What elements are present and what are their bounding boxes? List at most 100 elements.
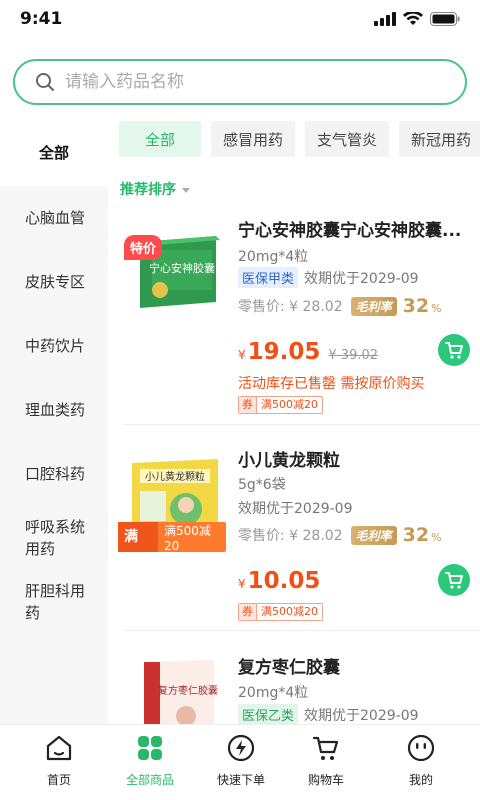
tab-all-products[interactable]: 全部商品 <box>110 733 190 788</box>
search-input[interactable] <box>65 72 425 92</box>
product-title: 复方枣仁胶囊 <box>238 658 340 678</box>
product-title: 宁心安神胶囊宁心安神胶囊... <box>238 221 462 241</box>
sort-dropdown[interactable]: 推荐排序 <box>120 179 190 199</box>
price-value: 10.05 <box>247 568 321 594</box>
retail-price-row: 零售价: ¥ 28.02 毛利率 32 % <box>238 295 442 317</box>
tab-cart[interactable]: 购物车 <box>286 733 366 788</box>
price-symbol: ¥ <box>238 348 246 362</box>
sidebar-item-label: 中药饮片 <box>25 337 86 355</box>
coupon-tag: 券 满500减20 <box>238 396 323 414</box>
sidebar-item-all[interactable]: 全部 <box>0 120 108 186</box>
cart-icon <box>312 736 339 760</box>
coupon-key: 券 <box>239 604 257 620</box>
battery-icon <box>430 12 460 26</box>
price-row: ¥ 10.05 <box>238 568 320 594</box>
wifi-icon <box>403 12 423 25</box>
product-meta: 效期优于2029-09 <box>238 498 353 518</box>
product-meta: 医保甲类 效期优于2029-09 <box>238 267 419 288</box>
grid-icon <box>138 736 162 760</box>
product-card[interactable]: 复方枣仁胶囊 复方枣仁胶囊 20mg*4粒 医保乙类 效期优于2029-09 <box>108 636 480 724</box>
tab-quick-order[interactable]: 快速下单 <box>201 733 281 788</box>
insurance-tag: 医保甲类 <box>238 267 299 288</box>
tab-home[interactable]: 首页 <box>19 733 99 788</box>
sidebar-item-blood[interactable]: 理血类药 <box>0 378 108 442</box>
category-sidebar: 全部 心脑血管 皮肤专区 中药饮片 理血类药 口腔科药 呼吸系统用药 肝胆科用药 <box>0 120 108 724</box>
sidebar-item-label: 肝胆科用药 <box>25 582 86 622</box>
coupon-value: 满500减20 <box>261 398 318 411</box>
add-to-cart-button[interactable] <box>438 564 470 596</box>
sort-label: 推荐排序 <box>120 182 176 198</box>
product-spec: 20mg*4粒 <box>238 685 309 701</box>
chip-cold[interactable]: 感冒用药 <box>211 121 296 157</box>
tab-label: 全部商品 <box>125 773 174 787</box>
tab-label: 我的 <box>408 773 433 787</box>
tab-label: 购物车 <box>307 773 344 787</box>
product-card[interactable]: 宁心安神胶囊 特价 宁心安神胶囊宁心安神胶囊... 20mg*4粒 医保甲类 效… <box>108 205 480 425</box>
margin-unit: % <box>431 301 442 315</box>
chip-all[interactable]: 全部 <box>119 121 201 157</box>
price-row: ¥ 19.05 ¥ 39.02 <box>238 339 378 365</box>
product-card[interactable]: 小儿黄龙颗粒 满减 满500减20 小儿黄龙颗粒 5g*6袋 效期优于2029-… <box>108 430 480 630</box>
price-symbol: ¥ <box>238 577 246 591</box>
margin-tag: 毛利率 <box>350 525 397 545</box>
box-label: 小儿黄龙颗粒 <box>145 470 205 483</box>
retail-price: 零售价: ¥ 28.02 <box>238 299 343 315</box>
subcategory-chips: 全部 感冒用药 支气管炎 新冠用药 <box>119 121 480 157</box>
box-label: 宁心安神胶囊 <box>149 261 215 275</box>
sidebar-item-skin[interactable]: 皮肤专区 <box>0 250 108 314</box>
divider <box>124 630 480 631</box>
expiry-text: 效期优于2029-09 <box>238 501 353 517</box>
sidebar-item-label: 口腔科药 <box>25 465 86 483</box>
add-to-cart-button[interactable] <box>438 334 470 366</box>
sidebar-item-cardio[interactable]: 心脑血管 <box>0 186 108 250</box>
margin-tag: 毛利率 <box>350 296 397 316</box>
retail-price: 零售价: ¥ 28.02 <box>238 528 343 544</box>
badge-label: 满减 <box>118 522 158 575</box>
sidebar-item-label: 全部 <box>38 144 69 162</box>
margin-value: 32 <box>402 295 430 317</box>
status-bar: 9:41 <box>0 0 480 40</box>
margin-value: 32 <box>402 524 430 546</box>
box-label: 复方枣仁胶囊 <box>158 684 218 697</box>
badge-label: 特价 <box>130 242 157 257</box>
expiry-text: 效期优于2029-09 <box>304 707 419 724</box>
sidebar-item-respiratory[interactable]: 呼吸系统用药 <box>0 506 90 570</box>
product-spec: 5g*6袋 <box>238 477 286 493</box>
bottom-tab-bar: 首页 全部商品 快速下单 购物车 我的 <box>0 724 480 800</box>
coupon-key: 券 <box>239 397 257 413</box>
cart-icon <box>445 572 463 589</box>
price-value: 19.05 <box>247 339 321 365</box>
cart-icon <box>445 342 463 359</box>
status-icons <box>374 12 460 26</box>
lightning-icon <box>227 734 255 762</box>
retail-price-row: 零售价: ¥ 28.02 毛利率 32 % <box>238 524 442 546</box>
sidebar-item-label: 理血类药 <box>25 401 86 419</box>
search-icon <box>36 73 54 91</box>
chip-covid[interactable]: 新冠用药 <box>399 121 480 157</box>
sidebar-item-tcm[interactable]: 中药饮片 <box>0 314 108 378</box>
divider <box>124 424 480 425</box>
sidebar-item-oral[interactable]: 口腔科药 <box>0 442 108 506</box>
tab-profile[interactable]: 我的 <box>381 733 461 788</box>
tab-label: 快速下单 <box>216 773 265 787</box>
margin-unit: % <box>431 530 442 544</box>
smile-icon <box>407 734 435 762</box>
discount-badge: 满减 满500减20 <box>118 522 226 575</box>
special-price-badge: 特价 <box>124 235 163 260</box>
insurance-tag: 医保乙类 <box>238 704 299 724</box>
sidebar-item-liver[interactable]: 肝胆科用药 <box>0 570 90 634</box>
stock-warning: 活动库存已售罄 需按原价购买 <box>238 376 425 392</box>
home-icon <box>46 735 72 761</box>
status-time: 9:41 <box>20 9 63 29</box>
search-bar[interactable] <box>13 59 467 105</box>
sidebar-item-label: 呼吸系统用药 <box>25 518 86 558</box>
product-spec: 20mg*4粒 <box>238 249 309 265</box>
coupon-value: 满500减20 <box>261 605 318 618</box>
expiry-text: 效期优于2029-09 <box>304 270 419 287</box>
product-meta: 医保乙类 效期优于2029-09 <box>238 704 419 724</box>
original-price: ¥ 39.02 <box>328 348 379 363</box>
chip-bronchitis[interactable]: 支气管炎 <box>305 121 390 157</box>
sidebar-item-label: 心脑血管 <box>25 209 86 227</box>
badge-sublabel: 满500减20 <box>163 523 211 553</box>
signal-icon <box>374 12 396 26</box>
